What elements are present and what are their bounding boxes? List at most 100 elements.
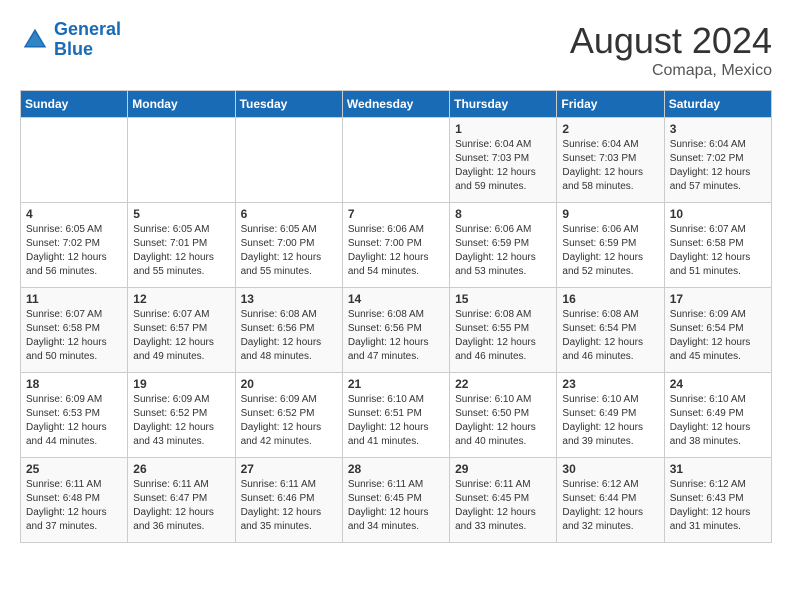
cell-info: Sunrise: 6:06 AM Sunset: 7:00 PM Dayligh…	[348, 223, 444, 279]
day-header-sunday: Sunday	[21, 91, 128, 118]
calendar-cell: 21 Sunrise: 6:10 AM Sunset: 6:51 PM Dayli…	[342, 373, 449, 458]
day-number: 27	[241, 462, 337, 476]
calendar-header: SundayMondayTuesdayWednesdayThursdayFrid…	[21, 91, 772, 118]
cell-info: Sunrise: 6:05 AM Sunset: 7:00 PM Dayligh…	[241, 223, 337, 279]
day-number: 28	[348, 462, 444, 476]
cell-info: Sunrise: 6:05 AM Sunset: 7:02 PM Dayligh…	[26, 223, 122, 279]
cell-info: Sunrise: 6:06 AM Sunset: 6:59 PM Dayligh…	[455, 223, 551, 279]
calendar-cell: 14 Sunrise: 6:08 AM Sunset: 6:56 PM Dayli…	[342, 288, 449, 373]
calendar-cell: 8 Sunrise: 6:06 AM Sunset: 6:59 PM Daylig…	[450, 203, 557, 288]
day-number: 26	[133, 462, 229, 476]
cell-info: Sunrise: 6:09 AM Sunset: 6:52 PM Dayligh…	[241, 393, 337, 449]
calendar-cell: 25 Sunrise: 6:11 AM Sunset: 6:48 PM Dayli…	[21, 458, 128, 543]
cell-info: Sunrise: 6:10 AM Sunset: 6:50 PM Dayligh…	[455, 393, 551, 449]
day-number: 11	[26, 292, 122, 306]
calendar-cell: 3 Sunrise: 6:04 AM Sunset: 7:02 PM Daylig…	[664, 118, 771, 203]
day-number: 4	[26, 207, 122, 221]
day-number: 25	[26, 462, 122, 476]
cell-info: Sunrise: 6:06 AM Sunset: 6:59 PM Dayligh…	[562, 223, 658, 279]
calendar-cell: 11Sunrise: 6:07 AM Sunset: 6:58 PM Dayli…	[21, 288, 128, 373]
calendar-body: 1 Sunrise: 6:04 AM Sunset: 7:03 PM Daylig…	[21, 118, 772, 543]
day-number: 29	[455, 462, 551, 476]
day-number: 21	[348, 377, 444, 391]
calendar-week-3: 11Sunrise: 6:07 AM Sunset: 6:58 PM Dayli…	[21, 288, 772, 373]
day-number: 24	[670, 377, 766, 391]
calendar-cell	[21, 118, 128, 203]
day-header-wednesday: Wednesday	[342, 91, 449, 118]
day-number: 2	[562, 122, 658, 136]
calendar-cell: 20 Sunrise: 6:09 AM Sunset: 6:52 PM Dayli…	[235, 373, 342, 458]
calendar-cell: 9 Sunrise: 6:06 AM Sunset: 6:59 PM Daylig…	[557, 203, 664, 288]
cell-info: Sunrise: 6:08 AM Sunset: 6:56 PM Dayligh…	[348, 308, 444, 364]
calendar-cell: 26 Sunrise: 6:11 AM Sunset: 6:47 PM Dayli…	[128, 458, 235, 543]
day-number: 14	[348, 292, 444, 306]
cell-info: Sunrise: 6:11 AM Sunset: 6:47 PM Dayligh…	[133, 478, 229, 534]
cell-info: Sunrise: 6:08 AM Sunset: 6:56 PM Dayligh…	[241, 308, 337, 364]
cell-info: Sunrise: 6:10 AM Sunset: 6:51 PM Dayligh…	[348, 393, 444, 449]
calendar-cell: 7Sunrise: 6:06 AM Sunset: 7:00 PM Daylig…	[342, 203, 449, 288]
calendar-cell: 23Sunrise: 6:10 AM Sunset: 6:49 PM Dayli…	[557, 373, 664, 458]
day-header-tuesday: Tuesday	[235, 91, 342, 118]
calendar-week-1: 1 Sunrise: 6:04 AM Sunset: 7:03 PM Daylig…	[21, 118, 772, 203]
calendar-cell: 18 Sunrise: 6:09 AM Sunset: 6:53 PM Dayli…	[21, 373, 128, 458]
calendar-table: SundayMondayTuesdayWednesdayThursdayFrid…	[20, 90, 772, 543]
cell-info: Sunrise: 6:09 AM Sunset: 6:53 PM Dayligh…	[26, 393, 122, 449]
day-number: 16	[562, 292, 658, 306]
calendar-week-4: 18 Sunrise: 6:09 AM Sunset: 6:53 PM Dayli…	[21, 373, 772, 458]
cell-info: Sunrise: 6:09 AM Sunset: 6:52 PM Dayligh…	[133, 393, 229, 449]
calendar-cell: 5Sunrise: 6:05 AM Sunset: 7:01 PM Daylig…	[128, 203, 235, 288]
cell-info: Sunrise: 6:11 AM Sunset: 6:46 PM Dayligh…	[241, 478, 337, 534]
cell-info: Sunrise: 6:11 AM Sunset: 6:45 PM Dayligh…	[455, 478, 551, 534]
cell-info: Sunrise: 6:04 AM Sunset: 7:02 PM Dayligh…	[670, 138, 766, 194]
logo-text: General Blue	[54, 20, 121, 60]
calendar-cell: 15 Sunrise: 6:08 AM Sunset: 6:55 PM Dayli…	[450, 288, 557, 373]
calendar-cell: 28 Sunrise: 6:11 AM Sunset: 6:45 PM Dayli…	[342, 458, 449, 543]
page-header: General Blue August 2024 Comapa, Mexico	[20, 20, 772, 80]
cell-info: Sunrise: 6:11 AM Sunset: 6:48 PM Dayligh…	[26, 478, 122, 534]
day-header-thursday: Thursday	[450, 91, 557, 118]
day-number: 5	[133, 207, 229, 221]
day-number: 10	[670, 207, 766, 221]
day-number: 1	[455, 122, 551, 136]
cell-info: Sunrise: 6:12 AM Sunset: 6:44 PM Dayligh…	[562, 478, 658, 534]
calendar-week-5: 25 Sunrise: 6:11 AM Sunset: 6:48 PM Dayli…	[21, 458, 772, 543]
day-header-saturday: Saturday	[664, 91, 771, 118]
calendar-cell: 12Sunrise: 6:07 AM Sunset: 6:57 PM Dayli…	[128, 288, 235, 373]
calendar-cell: 19Sunrise: 6:09 AM Sunset: 6:52 PM Dayli…	[128, 373, 235, 458]
header-row: SundayMondayTuesdayWednesdayThursdayFrid…	[21, 91, 772, 118]
cell-info: Sunrise: 6:10 AM Sunset: 6:49 PM Dayligh…	[670, 393, 766, 449]
cell-info: Sunrise: 6:07 AM Sunset: 6:57 PM Dayligh…	[133, 308, 229, 364]
logo: General Blue	[20, 20, 121, 60]
calendar-cell: 4 Sunrise: 6:05 AM Sunset: 7:02 PM Daylig…	[21, 203, 128, 288]
calendar-cell: 10Sunrise: 6:07 AM Sunset: 6:58 PM Dayli…	[664, 203, 771, 288]
cell-info: Sunrise: 6:04 AM Sunset: 7:03 PM Dayligh…	[455, 138, 551, 194]
day-number: 18	[26, 377, 122, 391]
cell-info: Sunrise: 6:08 AM Sunset: 6:54 PM Dayligh…	[562, 308, 658, 364]
month-year: August 2024	[570, 20, 772, 62]
calendar-cell: 17Sunrise: 6:09 AM Sunset: 6:54 PM Dayli…	[664, 288, 771, 373]
day-number: 22	[455, 377, 551, 391]
day-number: 13	[241, 292, 337, 306]
calendar-cell: 2Sunrise: 6:04 AM Sunset: 7:03 PM Daylig…	[557, 118, 664, 203]
day-number: 17	[670, 292, 766, 306]
day-number: 30	[562, 462, 658, 476]
calendar-cell	[235, 118, 342, 203]
calendar-cell: 13 Sunrise: 6:08 AM Sunset: 6:56 PM Dayli…	[235, 288, 342, 373]
day-number: 20	[241, 377, 337, 391]
day-number: 6	[241, 207, 337, 221]
day-number: 9	[562, 207, 658, 221]
calendar-cell: 29 Sunrise: 6:11 AM Sunset: 6:45 PM Dayli…	[450, 458, 557, 543]
day-number: 15	[455, 292, 551, 306]
calendar-cell: 16 Sunrise: 6:08 AM Sunset: 6:54 PM Dayli…	[557, 288, 664, 373]
calendar-cell: 30 Sunrise: 6:12 AM Sunset: 6:44 PM Dayli…	[557, 458, 664, 543]
cell-info: Sunrise: 6:08 AM Sunset: 6:55 PM Dayligh…	[455, 308, 551, 364]
title-block: August 2024 Comapa, Mexico	[570, 20, 772, 80]
day-number: 8	[455, 207, 551, 221]
calendar-cell: 27 Sunrise: 6:11 AM Sunset: 6:46 PM Dayli…	[235, 458, 342, 543]
calendar-cell: 31Sunrise: 6:12 AM Sunset: 6:43 PM Dayli…	[664, 458, 771, 543]
calendar-cell	[342, 118, 449, 203]
cell-info: Sunrise: 6:10 AM Sunset: 6:49 PM Dayligh…	[562, 393, 658, 449]
cell-info: Sunrise: 6:11 AM Sunset: 6:45 PM Dayligh…	[348, 478, 444, 534]
day-header-friday: Friday	[557, 91, 664, 118]
day-number: 3	[670, 122, 766, 136]
